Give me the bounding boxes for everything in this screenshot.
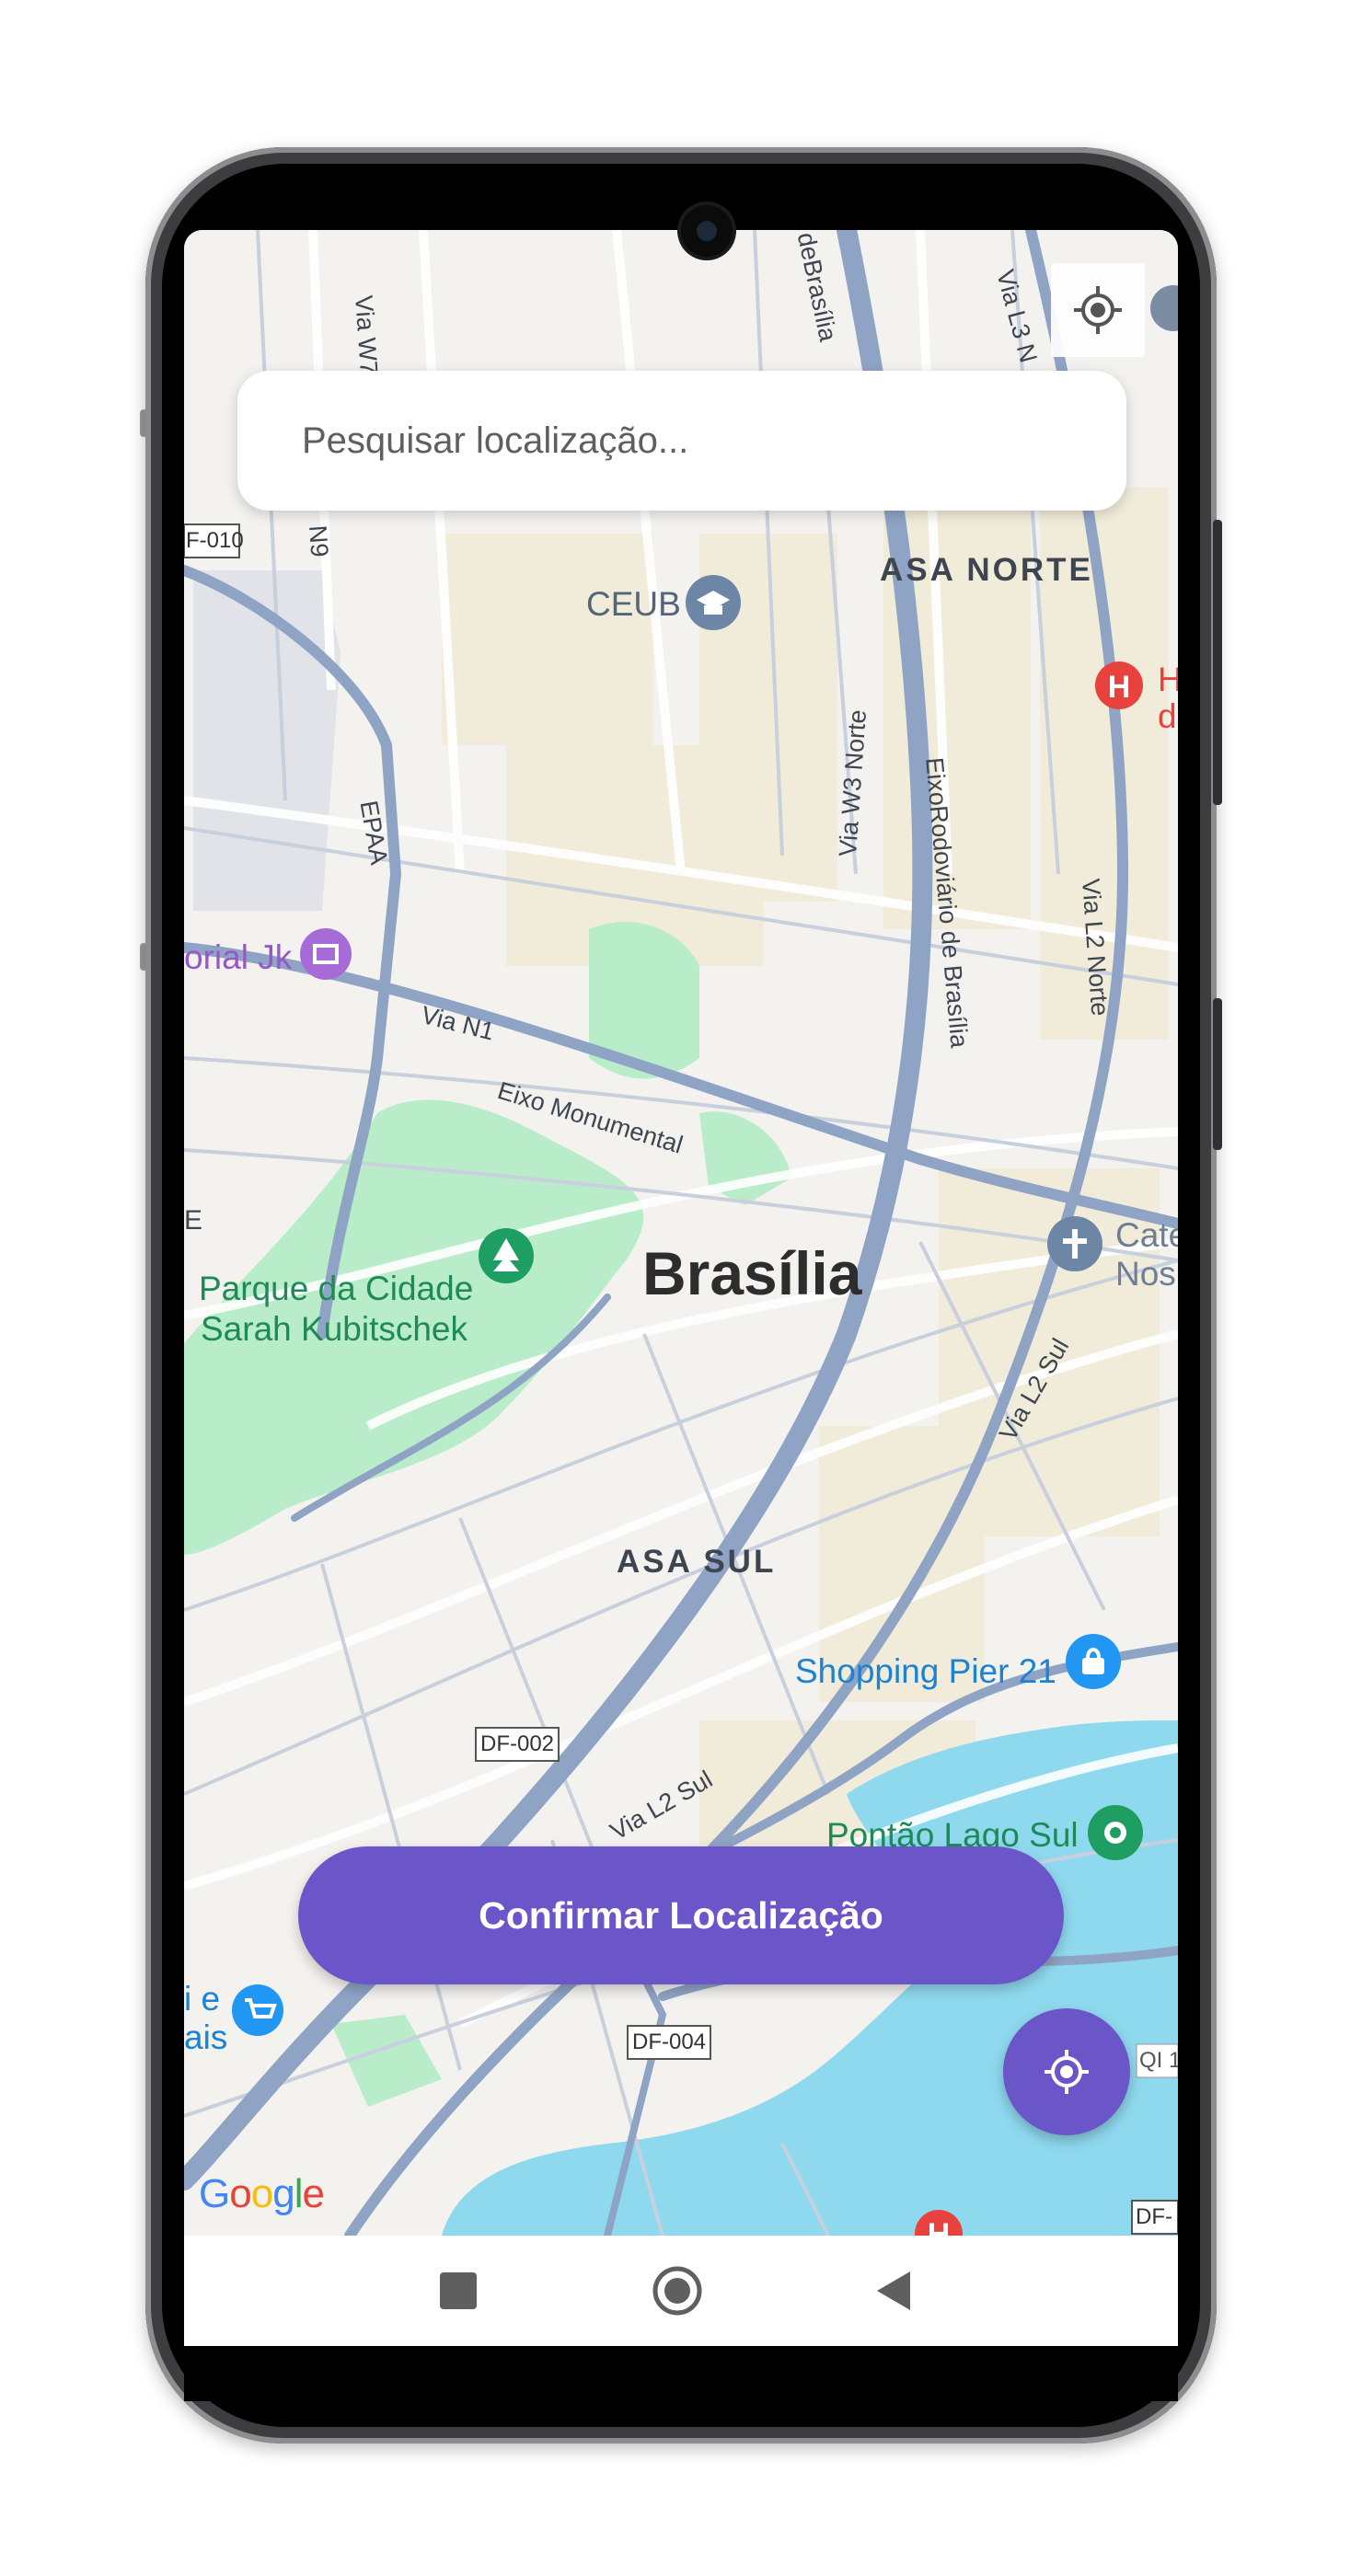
square-icon — [440, 2272, 477, 2309]
search-input[interactable] — [300, 419, 1095, 463]
park-marker[interactable] — [479, 1228, 534, 1283]
church-marker[interactable] — [1047, 1216, 1102, 1271]
place-label: ais — [184, 2018, 228, 2056]
place-label: H — [1158, 661, 1178, 698]
place-label: Parque da Cidade — [199, 1270, 474, 1307]
gps-target-icon — [1045, 2050, 1089, 2094]
place-label: orial Jk — [184, 938, 293, 976]
city-label: Brasília — [642, 1239, 862, 1307]
place-label: Sarah Kubitschek — [201, 1310, 468, 1348]
place-label: Cate — [1115, 1216, 1178, 1254]
shopping-marker[interactable] — [1066, 1634, 1121, 1689]
home-button[interactable] — [650, 2263, 705, 2318]
place-label: d — [1158, 697, 1177, 735]
triangle-back-icon — [877, 2271, 910, 2310]
power-button — [1213, 520, 1222, 805]
place-label: Nos — [1115, 1255, 1176, 1293]
crosshair-icon — [1074, 286, 1122, 334]
school-marker[interactable] — [686, 575, 741, 630]
phone-bottom-bezel — [184, 2346, 1178, 2401]
front-camera — [681, 205, 733, 257]
confirm-location-button[interactable]: Confirmar Localização — [298, 1846, 1064, 1984]
road-label: E — [184, 1205, 203, 1236]
place-label: Shopping Pier 21 — [795, 1652, 1056, 1690]
museum-marker[interactable] — [300, 928, 352, 980]
app-screen: H H ASA NORTE ASA SUL Brasília CEUB oria… — [184, 230, 1178, 2346]
road-label: N9 — [304, 524, 334, 558]
recent-apps-button[interactable] — [431, 2263, 486, 2318]
road-label: DF-004 — [632, 2030, 707, 2054]
svg-text:H: H — [1108, 670, 1131, 705]
district-label: ASA SUL — [617, 1544, 777, 1580]
landmark-marker[interactable] — [1088, 1805, 1143, 1860]
search-bar — [237, 371, 1126, 511]
place-label: CEUB — [586, 585, 681, 623]
circle-icon — [652, 2266, 702, 2316]
back-button[interactable] — [867, 2263, 922, 2318]
map-my-location-button[interactable] — [1051, 263, 1145, 357]
road-label: DF- — [1136, 2204, 1172, 2229]
page: H H ASA NORTE ASA SUL Brasília CEUB oria… — [0, 0, 1362, 2576]
place-label: i e — [184, 1980, 221, 2018]
volume-button — [1213, 998, 1222, 1150]
road-label: Via W7 — [350, 294, 384, 376]
road-label: F-010 — [186, 528, 244, 553]
system-nav-bar — [184, 2236, 1178, 2346]
google-logo: Google — [199, 2171, 325, 2216]
road-label: DF-002 — [480, 1731, 555, 1756]
store-marker[interactable] — [232, 1984, 283, 2036]
svg-text:H: H — [928, 2217, 951, 2236]
road-label: QI 1 — [1139, 2048, 1178, 2073]
locate-me-fab[interactable] — [1003, 2008, 1130, 2135]
district-label: ASA NORTE — [880, 552, 1093, 588]
hospital-marker[interactable]: H — [1095, 661, 1143, 709]
